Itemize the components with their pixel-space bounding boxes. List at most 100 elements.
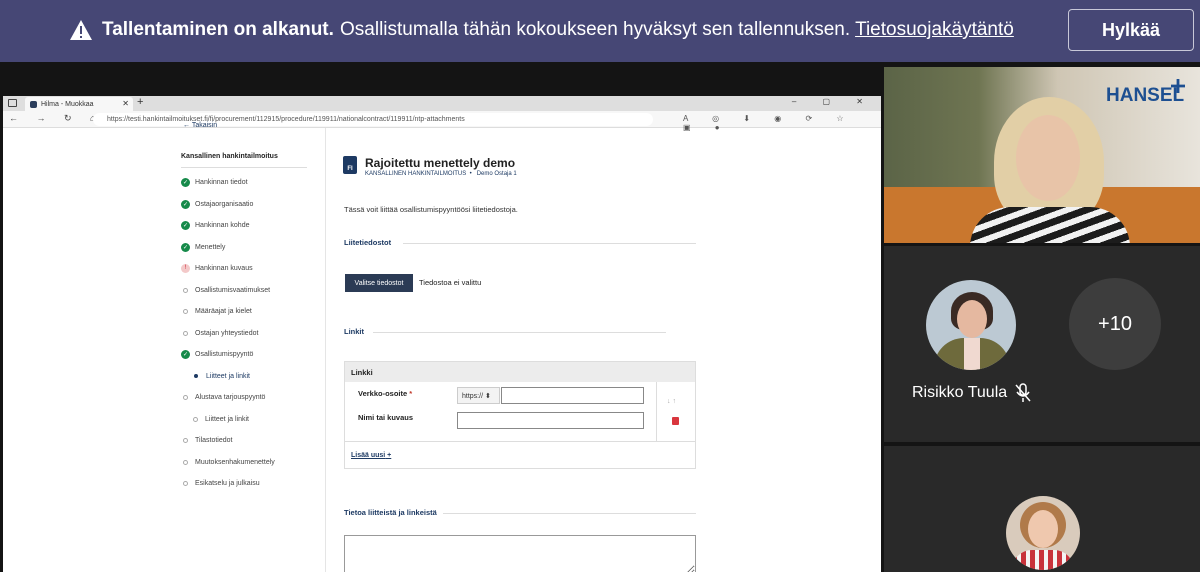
sidebar-item[interactable]: Liitteet ja linkit bbox=[191, 370, 250, 382]
info-textarea[interactable] bbox=[344, 535, 696, 572]
sidebar-item[interactable]: ✓ Hankinnan kohde bbox=[181, 219, 250, 231]
url-label-text: Verkko-osoite bbox=[358, 389, 408, 398]
sidebar-item-label: Tilastotiedot bbox=[195, 436, 233, 444]
status-empty-icon bbox=[183, 394, 188, 400]
privacy-policy-link[interactable]: Tietosuojakäytäntö bbox=[855, 19, 1014, 40]
status-ok-icon: ✓ bbox=[181, 220, 190, 230]
participant-tile-2[interactable] bbox=[884, 446, 1200, 572]
back-link[interactable]: ← Takaisin bbox=[183, 122, 217, 129]
breadcrumb-buyer: Demo Ostaja 1 bbox=[476, 171, 517, 177]
sidebar-item[interactable]: ! Hankinnan kuvaus bbox=[181, 262, 253, 274]
recording-banner: Tallentaminen on alkanut. Osallistumalla… bbox=[0, 0, 1200, 62]
links-divider bbox=[373, 332, 666, 333]
delete-icon[interactable] bbox=[672, 417, 679, 425]
sidebar-item-label: Ostajan yhteystiedot bbox=[195, 329, 259, 337]
sidebar-item-label: Määräajat ja kielet bbox=[195, 307, 252, 315]
document-language-badge: FI bbox=[347, 166, 353, 172]
document-icon: FI bbox=[343, 156, 357, 174]
avatar-2-face bbox=[1028, 510, 1058, 548]
status-empty-icon bbox=[193, 416, 198, 422]
sidebar-item[interactable]: Osallistumisvaatimukset bbox=[181, 284, 270, 296]
sidebar-item-label: Hankinnan kohde bbox=[195, 221, 250, 229]
recording-consent-text: Osallistumalla tähän kokoukseen hyväksyt… bbox=[340, 19, 851, 40]
sidebar-title: Kansallinen hankintailmoitus bbox=[181, 153, 307, 168]
reject-button[interactable]: Hylkää bbox=[1068, 9, 1194, 51]
sidebar-item[interactable]: Esikatselu ja julkaisu bbox=[181, 477, 260, 489]
info-heading: Tietoa liitteistä ja linkeistä bbox=[344, 508, 437, 517]
tab-actions-icon[interactable] bbox=[8, 99, 17, 107]
page-title: Rajoitettu menettely demo bbox=[365, 156, 516, 170]
status-empty-icon bbox=[183, 437, 188, 443]
mic-muted-icon bbox=[1015, 383, 1031, 402]
link-row-separator bbox=[656, 382, 657, 441]
status-ok-icon: ✓ bbox=[181, 177, 190, 187]
browser-tab[interactable]: Hilma - Muokkaa ✕ bbox=[25, 97, 133, 111]
status-ok-icon: ✓ bbox=[181, 242, 190, 252]
sidebar-item[interactable]: ✓ Osallistumispyyntö bbox=[181, 348, 253, 360]
url-input[interactable] bbox=[501, 387, 644, 404]
sidebar-item[interactable]: ✓ Hankinnan tiedot bbox=[181, 176, 248, 188]
link-box: Linkki Verkko-osoite * https:// ⬍ Nimi t… bbox=[344, 361, 696, 469]
name-input[interactable] bbox=[457, 412, 644, 429]
no-file-text: Tiedostoa ei valittu bbox=[419, 278, 482, 287]
choose-files-button[interactable]: Valitse tiedostot bbox=[345, 274, 413, 292]
breadcrumb-type: KANSALLINEN HANKINTAILMOITUS bbox=[365, 171, 467, 177]
site-favicon-icon bbox=[30, 100, 37, 108]
warning-icon bbox=[70, 20, 92, 40]
window-controls[interactable]: – ▢ ✕ bbox=[792, 97, 875, 106]
protocol-select[interactable]: https:// ⬍ bbox=[457, 387, 500, 404]
close-tab-icon[interactable]: ✕ bbox=[122, 99, 129, 108]
presenter-face bbox=[1016, 115, 1080, 201]
info-divider bbox=[443, 513, 696, 514]
status-empty-icon bbox=[183, 287, 188, 293]
participant-avatar-2 bbox=[1006, 496, 1080, 570]
participant-tile[interactable]: +10 Risikko Tuula bbox=[884, 246, 1200, 442]
page-content: ← Takaisin Kansallinen hankintailmoitus … bbox=[3, 122, 875, 572]
avatar-2-shirt bbox=[1012, 550, 1074, 570]
breadcrumb: KANSALLINEN HANKINTAILMOITUS • Demo Osta… bbox=[365, 171, 517, 177]
new-tab-icon[interactable]: + bbox=[137, 96, 143, 108]
participant-avatar bbox=[926, 280, 1016, 370]
status-active-icon bbox=[194, 374, 198, 378]
sidebar-item-label: Alustava tarjouspyyntö bbox=[195, 393, 266, 401]
recording-title: Tallentaminen on alkanut. bbox=[102, 19, 334, 40]
status-empty-icon bbox=[183, 330, 188, 336]
sidebar-item[interactable]: Ostajan yhteystiedot bbox=[181, 327, 258, 339]
sidebar-item[interactable]: ✓ Ostajaorganisaatio bbox=[181, 198, 253, 210]
sidebar-item[interactable]: Alustava tarjouspyyntö bbox=[181, 391, 265, 403]
url-label: Verkko-osoite * bbox=[358, 389, 412, 398]
reorder-arrows-icon[interactable]: ↓ ↑ bbox=[667, 398, 676, 405]
sidebar-item-label: Menettely bbox=[195, 243, 226, 251]
attachments-divider bbox=[403, 243, 696, 244]
recording-message: Osallistumalla tähän kokoukseen hyväksyt… bbox=[340, 19, 1014, 41]
sidebar-item-label: Ostajaorganisaatio bbox=[195, 200, 254, 208]
sidebar-item[interactable]: Tilastotiedot bbox=[181, 434, 232, 446]
sidebar-item-label: Esikatselu ja julkaisu bbox=[195, 479, 260, 487]
presenter-video: HANSEL bbox=[884, 67, 1200, 243]
navigation-icons[interactable]: ← → ↻ ⌂ bbox=[9, 113, 103, 124]
sidebar-item[interactable]: Muutoksenhakumenettely bbox=[181, 456, 275, 468]
more-participants-button[interactable]: +10 bbox=[1069, 278, 1161, 370]
url-field[interactable]: https://testi.hankintailmoitukset.fi/fi/… bbox=[93, 113, 653, 126]
sidebar-item[interactable]: Liitteet ja linkit bbox=[191, 413, 249, 425]
link-box-title: Linkki bbox=[345, 362, 695, 382]
add-new-label: Lisää uusi bbox=[351, 452, 386, 459]
sidebar-item-label: Hankinnan tiedot bbox=[195, 178, 248, 186]
required-mark: * bbox=[409, 389, 413, 398]
shared-browser-window: Hilma - Muokkaa ✕ + – ▢ ✕ ← → ↻ ⌂ https:… bbox=[3, 96, 881, 572]
avatar-face bbox=[957, 300, 987, 338]
attachments-heading: Liitetiedostot bbox=[344, 238, 392, 247]
presenter-shirt bbox=[970, 207, 1130, 243]
participant-name: Risikko Tuula bbox=[912, 384, 1008, 401]
sidebar-item[interactable]: Määräajat ja kielet bbox=[181, 305, 252, 317]
sidebar-item-label: Liitteet ja linkit bbox=[206, 372, 250, 380]
hansel-logo: HANSEL bbox=[1106, 85, 1185, 106]
sidebar-item[interactable]: ✓ Menettely bbox=[181, 241, 225, 253]
links-heading: Linkit bbox=[344, 327, 364, 336]
browser-tab-bar: Hilma - Muokkaa ✕ + – ▢ ✕ bbox=[3, 96, 881, 111]
add-new-link[interactable]: Lisää uusi + bbox=[351, 452, 391, 459]
status-warn-icon: ! bbox=[181, 263, 190, 273]
tab-title: Hilma - Muokkaa bbox=[41, 100, 94, 108]
status-ok-icon: ✓ bbox=[181, 199, 190, 209]
status-empty-icon bbox=[183, 308, 188, 314]
